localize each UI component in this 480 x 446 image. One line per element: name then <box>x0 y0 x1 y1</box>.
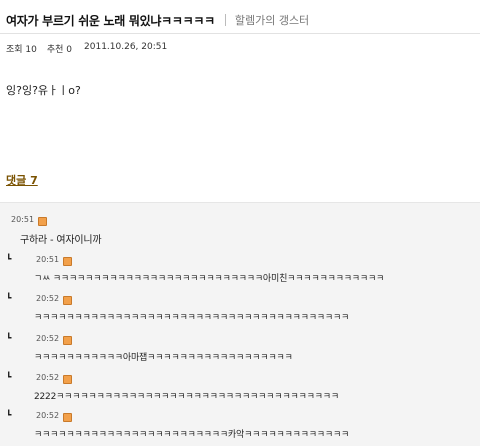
gallog-user-icon[interactable] <box>63 413 72 422</box>
gallog-user-icon[interactable] <box>63 375 72 384</box>
comment-text: 구하라 - 여자이니까 <box>20 235 102 246</box>
comment-time: 20:52 <box>36 334 60 343</box>
gallog-user-icon[interactable] <box>38 217 47 226</box>
comment-time: 20:52 <box>36 294 60 303</box>
comment-text: ㅋㅋㅋㅋㅋㅋㅋㅋㅋㅋㅋㅋㅋㅋㅋㅋㅋㅋㅋㅋㅋㅋㅋㅋㅋㅋㅋㅋㅋㅋㅋㅋㅋㅋㅋㅋㅋㅋㅋ <box>34 313 350 323</box>
gallog-user-icon[interactable] <box>63 296 72 305</box>
gallog-user-icon[interactable] <box>63 257 72 266</box>
gallog-user-icon[interactable] <box>63 336 72 345</box>
comment-text: 2222ㅋㅋㅋㅋㅋㅋㅋㅋㅋㅋㅋㅋㅋㅋㅋㅋㅋㅋㅋㅋㅋㅋㅋㅋㅋㅋㅋㅋㅋㅋㅋㅋㅋㅋㅋ <box>34 392 339 402</box>
comment-time: 20:52 <box>36 411 60 420</box>
post-header: 여자가 부르기 쉬운 노래 뭐있냐ㅋㅋㅋㅋㅋ 할렘가의 갱스터 <box>6 10 476 30</box>
post-meta: 조회 10 추천 0 2011.10.26, 20:51 <box>6 42 177 55</box>
comment-time: 20:51 <box>36 255 60 264</box>
reply-arrow-icon: ┗ <box>6 411 12 421</box>
comment-list: 20:51 구하라 - 여자이니까 ┗ 20:51 ㄱㅆ ㅋㅋㅋㅋㅋㅋㅋㅋㅋㅋㅋ… <box>0 202 480 446</box>
comment-time: 20:52 <box>36 373 60 382</box>
comment-time: 20:51 <box>11 215 35 224</box>
reply-arrow-icon: ┗ <box>6 255 12 265</box>
comment-text: ㄱㅆ ㅋㅋㅋㅋㅋㅋㅋㅋㅋㅋㅋㅋㅋㅋㅋㅋㅋㅋㅋㅋㅋㅋㅋㅋㅋㅋ아미친ㅋㅋㅋㅋㅋㅋㅋㅋ… <box>34 274 385 284</box>
header-divider <box>0 33 480 34</box>
recommend-count: 추천 0 <box>46 45 73 55</box>
view-count: 조회 10 <box>6 45 37 55</box>
comment-text: ㅋㅋㅋㅋㅋㅋㅋㅋㅋㅋㅋ아마잽ㅋㅋㅋㅋㅋㅋㅋㅋㅋㅋㅋㅋㅋㅋㅋㅋㅋㅋ <box>34 353 293 363</box>
reply-arrow-icon: ┗ <box>6 373 12 383</box>
reply-arrow-icon: ┗ <box>6 334 12 344</box>
reply-arrow-icon: ┗ <box>6 294 12 304</box>
post-body: 잉?잉?유ㅏㅣo? <box>6 84 81 97</box>
comments-toggle-link[interactable]: 댓글 7 <box>6 172 38 188</box>
author-name[interactable]: 할렘가의 갱스터 <box>235 12 309 28</box>
comment-text: ㅋㅋㅋㅋㅋㅋㅋㅋㅋㅋㅋㅋㅋㅋㅋㅋㅋㅋㅋㅋㅋㅋㅋㅋ카악ㅋㅋㅋㅋㅋㅋㅋㅋㅋㅋㅋㅋㅋ <box>34 430 350 440</box>
post-title[interactable]: 여자가 부르기 쉬운 노래 뭐있냐ㅋㅋㅋㅋㅋ <box>6 12 215 29</box>
post-date: 2011.10.26, 20:51 <box>84 42 168 52</box>
title-divider <box>224 14 226 26</box>
